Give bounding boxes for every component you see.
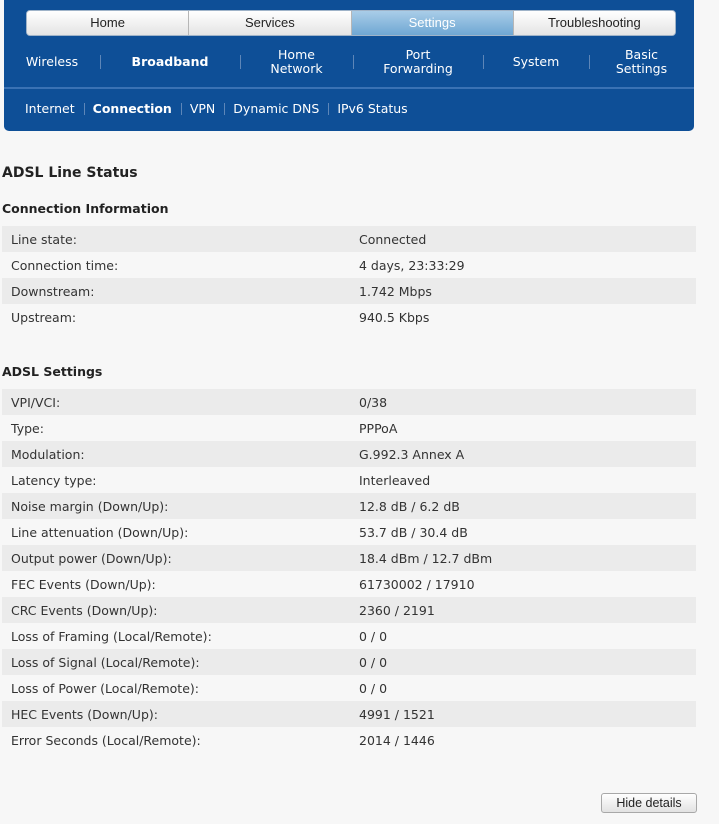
nav-port-forwarding[interactable]: Port Forwarding [353,42,483,82]
row-value: Interleaved [359,467,696,493]
row-label: Modulation: [2,441,359,467]
table-row: Output power (Down/Up): 18.4 dBm / 12.7 d… [2,545,696,571]
nav-ipv6-status[interactable]: IPv6 Status [328,98,416,120]
table-row: Error Seconds (Local/Remote): 2014 / 1446 [2,727,696,753]
row-value: 18.4 dBm / 12.7 dBm [359,545,696,571]
row-value: 2014 / 1446 [359,727,696,753]
row-value: 61730002 / 17910 [359,571,696,597]
adsl-settings-title: ADSL Settings [2,364,103,379]
main-tabs: Home Services Settings Troubleshooting [26,10,676,36]
row-label: Line state: [2,226,359,252]
table-row: Line attenuation (Down/Up): 53.7 dB / 30.… [2,519,696,545]
row-value: 0/38 [359,389,696,415]
row-label: HEC Events (Down/Up): [2,701,359,727]
row-label: Latency type: [2,467,359,493]
tab-troubleshooting[interactable]: Troubleshooting [513,11,675,35]
nav-system[interactable]: System [483,42,589,82]
row-value: 2360 / 2191 [359,597,696,623]
connection-info-title: Connection Information [2,201,169,216]
row-label: Line attenuation (Down/Up): [2,519,359,545]
row-value: 12.8 dB / 6.2 dB [359,493,696,519]
row-label: Loss of Framing (Local/Remote): [2,623,359,649]
nav-internet[interactable]: Internet [16,98,84,120]
nav-vpn[interactable]: VPN [180,98,224,120]
table-row: VPI/VCI: 0/38 [2,389,696,415]
row-label: FEC Events (Down/Up): [2,571,359,597]
row-label: Upstream: [2,304,359,330]
row-value: 940.5 Kbps [359,304,696,330]
row-label: Noise margin (Down/Up): [2,493,359,519]
row-value: PPPoA [359,415,696,441]
row-value: G.992.3 Annex A [359,441,696,467]
row-label: Loss of Power (Local/Remote): [2,675,359,701]
tab-settings[interactable]: Settings [351,11,514,35]
row-value: 0 / 0 [359,649,696,675]
row-label: Output power (Down/Up): [2,545,359,571]
nav-home-network-label: Home Network [270,47,323,76]
table-row: HEC Events (Down/Up): 4991 / 1521 [2,701,696,727]
row-value: 1.742 Mbps [359,278,696,304]
settings-sub-nav: Wireless Broadband Home Network Port For… [4,42,694,82]
table-row: Type: PPPoA [2,415,696,441]
row-label: Downstream: [2,278,359,304]
row-label: Connection time: [2,252,359,278]
row-label: Type: [2,415,359,441]
nav-wireless[interactable]: Wireless [4,42,100,82]
nav-basic-settings-label: Basic Settings [615,47,668,76]
row-value: 4 days, 23:33:29 [359,252,696,278]
row-value: 0 / 0 [359,675,696,701]
row-value: 0 / 0 [359,623,696,649]
nav-home-network[interactable]: Home Network [240,42,353,82]
nav-wireless-label: Wireless [25,54,79,69]
nav-broadband-label: Broadband [131,54,209,69]
table-row: Upstream: 940.5 Kbps [2,304,696,330]
table-row: Noise margin (Down/Up): 12.8 dB / 6.2 dB [2,493,696,519]
tab-services[interactable]: Services [189,11,352,35]
nav-connection[interactable]: Connection [83,98,181,120]
row-value: 53.7 dB / 30.4 dB [359,519,696,545]
table-row: Loss of Power (Local/Remote): 0 / 0 [2,675,696,701]
nav-system-label: System [512,54,560,69]
row-value: Connected [359,226,696,252]
table-row: Loss of Signal (Local/Remote): 0 / 0 [2,649,696,675]
row-label: Loss of Signal (Local/Remote): [2,649,359,675]
row-label: Error Seconds (Local/Remote): [2,727,359,753]
nav-divider [4,87,694,89]
row-value: 4991 / 1521 [359,701,696,727]
nav-basic-settings[interactable]: Basic Settings [589,42,694,82]
table-row: Loss of Framing (Local/Remote): 0 / 0 [2,623,696,649]
nav-port-forwarding-label: Port Forwarding [383,47,453,76]
page-title: ADSL Line Status [2,165,138,181]
table-row: Modulation: G.992.3 Annex A [2,441,696,467]
table-row: FEC Events (Down/Up): 61730002 / 17910 [2,571,696,597]
tab-home[interactable]: Home [27,11,190,35]
table-row: Latency type: Interleaved [2,467,696,493]
row-label: VPI/VCI: [2,389,359,415]
nav-broadband[interactable]: Broadband [100,42,240,82]
connection-info-table: Line state: Connected Connection time: 4 d… [2,226,696,330]
table-row: CRC Events (Down/Up): 2360 / 2191 [2,597,696,623]
adsl-settings-table: VPI/VCI: 0/38 Type: PPPoA Modulation: G.992… [2,389,696,753]
router-header: Home Services Settings Troubleshooting W… [4,0,694,131]
table-row: Downstream: 1.742 Mbps [2,278,696,304]
hide-details-button[interactable]: Hide details [601,793,697,813]
broadband-sub-nav: Internet Connection VPN Dynamic DNS IPv6… [16,98,417,120]
nav-dynamic-dns[interactable]: Dynamic DNS [224,98,328,120]
table-row: Connection time: 4 days, 23:33:29 [2,252,696,278]
row-label: CRC Events (Down/Up): [2,597,359,623]
table-row: Line state: Connected [2,226,696,252]
